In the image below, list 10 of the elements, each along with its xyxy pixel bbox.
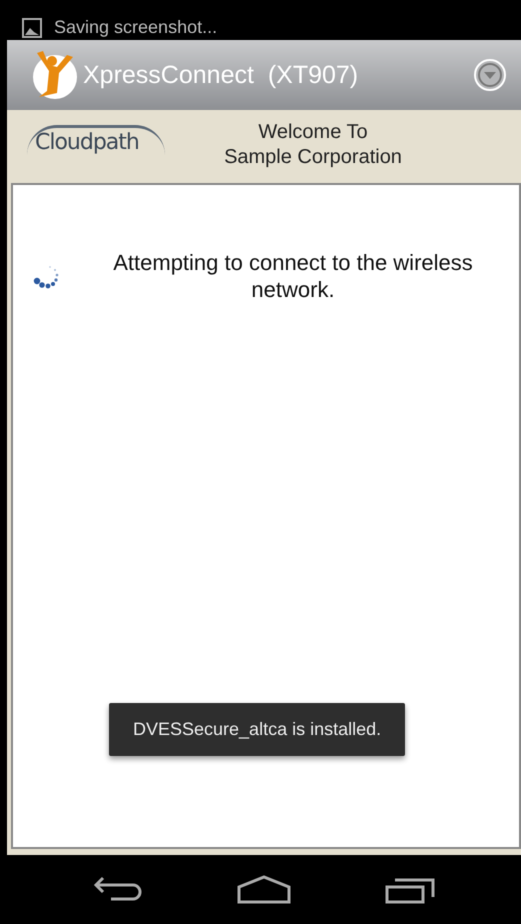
cloudpath-logo: Cloudpath [27, 125, 165, 155]
picture-icon [22, 18, 42, 38]
status-message: Attempting to connect to the wireless network. [112, 249, 474, 303]
app-title: XpressConnect (XT907) [83, 60, 360, 90]
welcome-text: Sample Corporation [224, 145, 402, 170]
welcome-text: Welcome To [258, 120, 368, 145]
dropdown-icon[interactable] [473, 58, 507, 92]
notification-text: Saving screenshot... [54, 16, 218, 38]
toast-message: DVESSecure_altca is installed. [109, 703, 406, 756]
home-icon[interactable] [236, 874, 292, 904]
